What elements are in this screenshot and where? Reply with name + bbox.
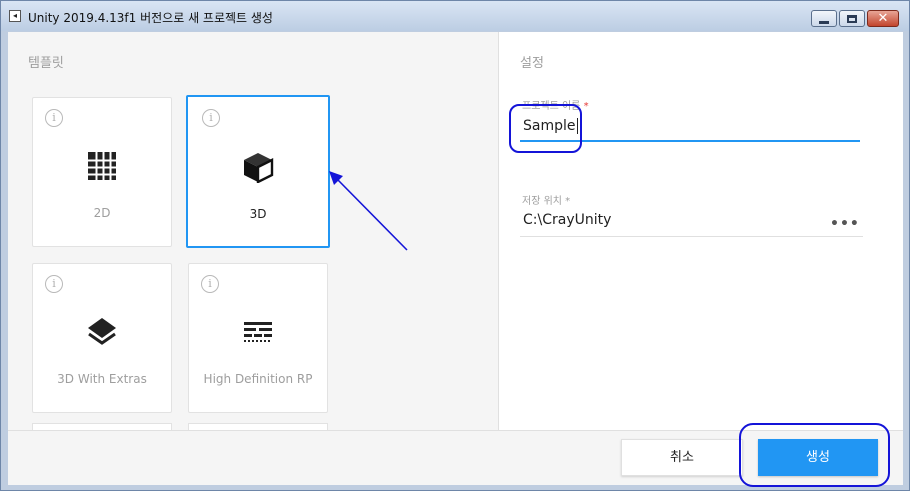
annotation-arrow: [329, 171, 408, 251]
